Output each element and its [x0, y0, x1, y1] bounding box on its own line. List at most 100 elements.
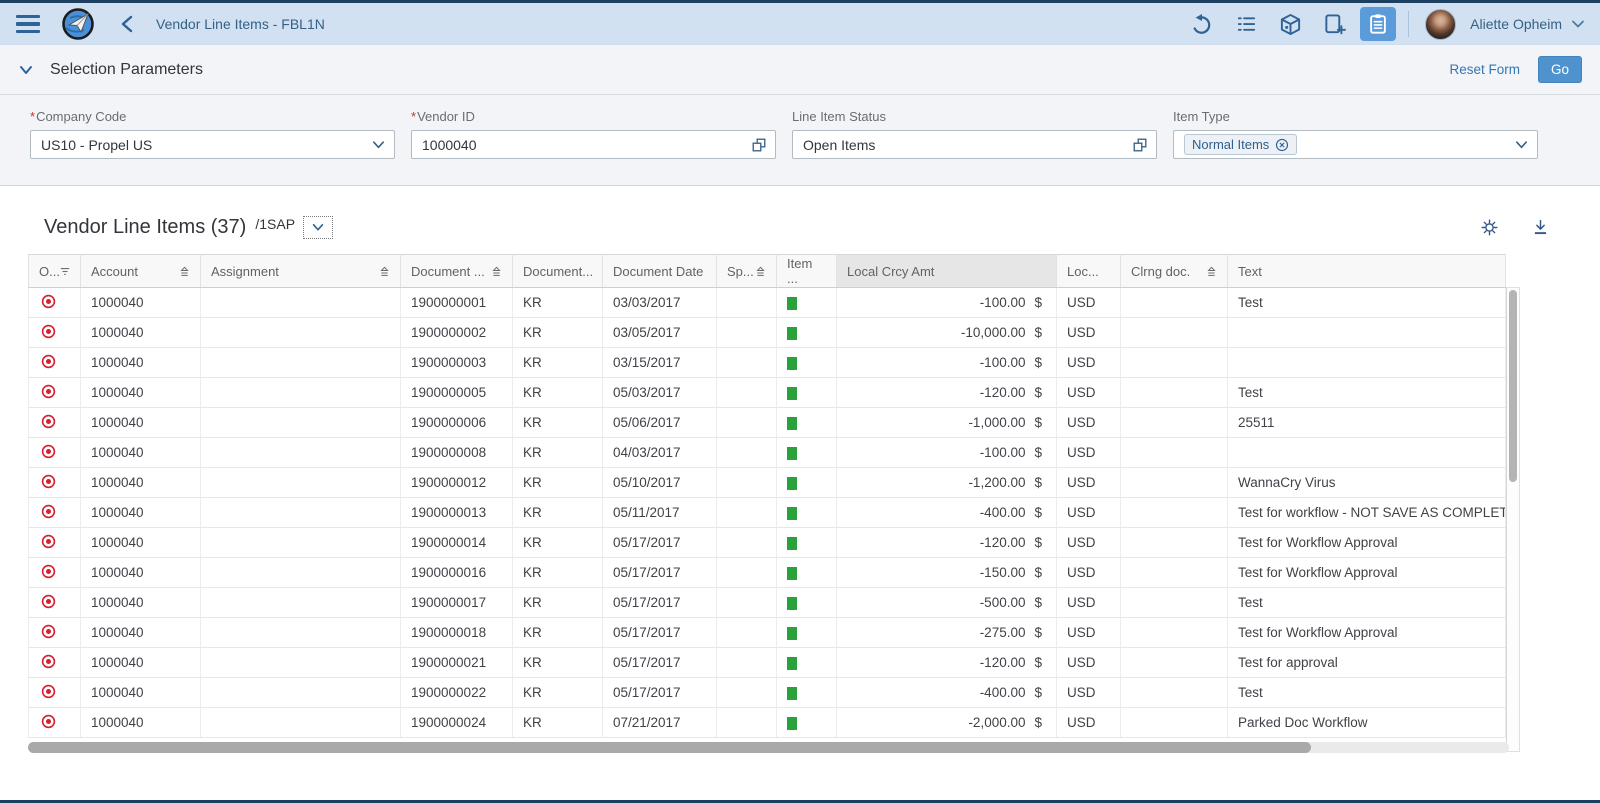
status-cell — [28, 497, 81, 528]
table-row[interactable]: 1000040 1900000014 KR 05/17/2017 -120.00 $ USD… — [28, 527, 1506, 558]
value-help-icon[interactable] — [751, 137, 767, 153]
value-help-icon[interactable] — [1132, 137, 1148, 153]
column-header-document_date[interactable]: Document Date — [602, 254, 717, 288]
document-date-cell: 05/11/2017 — [602, 497, 717, 528]
amount-cell: -120.00 $ — [836, 377, 1057, 408]
company-code-field: *Company Code US10 - Propel US — [30, 109, 395, 159]
user-menu-chevron-down-icon[interactable] — [1570, 16, 1586, 32]
column-header-document_type[interactable]: Document... — [512, 254, 603, 288]
vendor-id-input[interactable]: 1000040 — [411, 130, 776, 159]
document-number-cell: 1900000003 — [400, 347, 513, 378]
item-type-multiselect[interactable]: Normal Items — [1173, 130, 1538, 159]
column-header-document_number[interactable]: Document ... — [400, 254, 513, 288]
assignment-cell — [200, 407, 401, 438]
document-date-cell: 04/03/2017 — [602, 437, 717, 468]
table-row[interactable]: 1000040 1900000017 KR 05/17/2017 -500.00 $ USD… — [28, 587, 1506, 618]
document-date-cell: 05/17/2017 — [602, 677, 717, 708]
clearing-doc-cell — [1120, 527, 1228, 558]
open-item-icon — [41, 444, 56, 458]
collapse-filters-button[interactable] — [16, 60, 36, 80]
export-download-button[interactable] — [1529, 216, 1552, 239]
column-label: Document... — [523, 263, 594, 279]
table-row[interactable]: 1000040 1900000001 KR 03/03/2017 -100.00 $ USD… — [28, 287, 1506, 318]
document-type-cell: KR — [512, 377, 603, 408]
column-header-status[interactable]: O... — [28, 254, 81, 288]
table-row[interactable]: 1000040 1900000003 KR 03/15/2017 -100.00 $ USD — [28, 347, 1506, 378]
table-row[interactable]: 1000040 1900000008 KR 04/03/2017 -100.00 $ USD — [28, 437, 1506, 468]
column-header-item_status[interactable]: Item ... — [776, 254, 837, 288]
app-logo[interactable] — [60, 6, 96, 42]
table-row[interactable]: 1000040 1900000013 KR 05/11/2017 -400.00 $ USD… — [28, 497, 1506, 528]
local-currency-cell: USD — [1056, 317, 1121, 348]
token-remove-icon[interactable] — [1275, 138, 1289, 152]
vertical-scrollbar[interactable] — [1506, 287, 1520, 752]
back-button[interactable] — [114, 10, 140, 38]
table-row[interactable]: 1000040 1900000005 KR 05/03/2017 -120.00 $ USD… — [28, 377, 1506, 408]
amount-value: -100.00 — [979, 355, 1026, 370]
gear-icon — [1481, 218, 1498, 236]
open-item-icon — [41, 294, 56, 308]
column-header-local_crcy_amt[interactable]: Local Crcy Amt — [836, 254, 1057, 288]
table-row[interactable]: 1000040 1900000021 KR 05/17/2017 -120.00 $ USD… — [28, 647, 1506, 678]
table-settings-button[interactable] — [1478, 216, 1501, 239]
open-item-icon — [41, 324, 56, 338]
column-header-clearing_doc[interactable]: Clrng doc. — [1120, 254, 1228, 288]
amount-value: -400.00 — [979, 685, 1026, 700]
table-row[interactable]: 1000040 1900000016 KR 05/17/2017 -150.00 $ USD… — [28, 557, 1506, 588]
table-row[interactable]: 1000040 1900000022 KR 05/17/2017 -400.00 $ USD… — [28, 677, 1506, 708]
reset-form-link[interactable]: Reset Form — [1449, 62, 1520, 77]
table-title: Vendor Line Items (37) — [44, 215, 247, 238]
amount-cell: -400.00 $ — [836, 677, 1057, 708]
column-header-local_currency[interactable]: Loc... — [1056, 254, 1121, 288]
item-status-cell — [776, 557, 837, 588]
column-header-special_gl[interactable]: Sp... — [716, 254, 777, 288]
variant-select-button[interactable] — [303, 215, 334, 239]
list-button[interactable] — [1228, 7, 1264, 41]
download-icon — [1534, 219, 1547, 234]
text-cell: Parked Doc Workflow — [1227, 707, 1506, 738]
table-row[interactable]: 1000040 1900000018 KR 05/17/2017 -275.00 $ USD… — [28, 617, 1506, 648]
table-row[interactable]: 1000040 1900000006 KR 05/06/2017 -1,000.00 $ U… — [28, 407, 1506, 438]
line-item-status-value: Open Items — [803, 136, 876, 153]
document-number-cell: 1900000016 — [400, 557, 513, 588]
account-cell: 1000040 — [80, 287, 201, 318]
assignment-cell — [200, 677, 401, 708]
create-document-button[interactable] — [1316, 7, 1352, 41]
special-gl-cell — [716, 467, 777, 498]
currency-symbol: $ — [1034, 475, 1042, 490]
amount-value: -10,000.00 — [960, 325, 1026, 340]
clearing-doc-cell — [1120, 707, 1228, 738]
undo-button[interactable] — [1184, 7, 1220, 41]
column-header-account[interactable]: Account — [80, 254, 201, 288]
assignment-cell — [200, 587, 401, 618]
account-cell: 1000040 — [80, 467, 201, 498]
status-cell — [28, 557, 81, 588]
horizontal-scrollbar[interactable] — [28, 742, 1509, 753]
local-currency-cell: USD — [1056, 407, 1121, 438]
column-label: Loc... — [1067, 263, 1099, 279]
amount-value: -400.00 — [979, 505, 1026, 520]
product-cube-button[interactable] — [1272, 7, 1308, 41]
account-cell: 1000040 — [80, 557, 201, 588]
column-label: Sp... — [727, 263, 754, 279]
column-header-assignment[interactable]: Assignment — [200, 254, 401, 288]
go-button[interactable]: Go — [1537, 56, 1582, 83]
line-item-status-input[interactable]: Open Items — [792, 130, 1157, 159]
item-type-field: Item Type Normal Items — [1173, 109, 1538, 159]
currency-symbol: $ — [1034, 325, 1042, 340]
table-row[interactable]: 1000040 1900000002 KR 03/05/2017 -10,000.00 $… — [28, 317, 1506, 348]
table-row[interactable]: 1000040 1900000024 KR 07/21/2017 -2,000.00 $ U… — [28, 707, 1506, 738]
clipboard-button[interactable] — [1360, 7, 1397, 41]
horizontal-scrollbar-thumb[interactable] — [28, 742, 1311, 753]
menu-button[interactable] — [12, 11, 44, 37]
clearing-doc-cell — [1120, 287, 1228, 318]
assignment-cell — [200, 287, 401, 318]
user-name[interactable]: Aliette Opheim — [1470, 16, 1562, 32]
column-header-text[interactable]: Text — [1227, 254, 1506, 288]
filter-bar: Selection Parameters Reset Form Go *Comp… — [0, 45, 1600, 186]
item-type-token[interactable]: Normal Items — [1184, 134, 1298, 155]
user-avatar[interactable] — [1425, 8, 1457, 40]
company-code-select[interactable]: US10 - Propel US — [30, 130, 395, 159]
table-row[interactable]: 1000040 1900000012 KR 05/10/2017 -1,200.00 $ U… — [28, 467, 1506, 498]
vertical-scrollbar-thumb[interactable] — [1509, 290, 1517, 482]
